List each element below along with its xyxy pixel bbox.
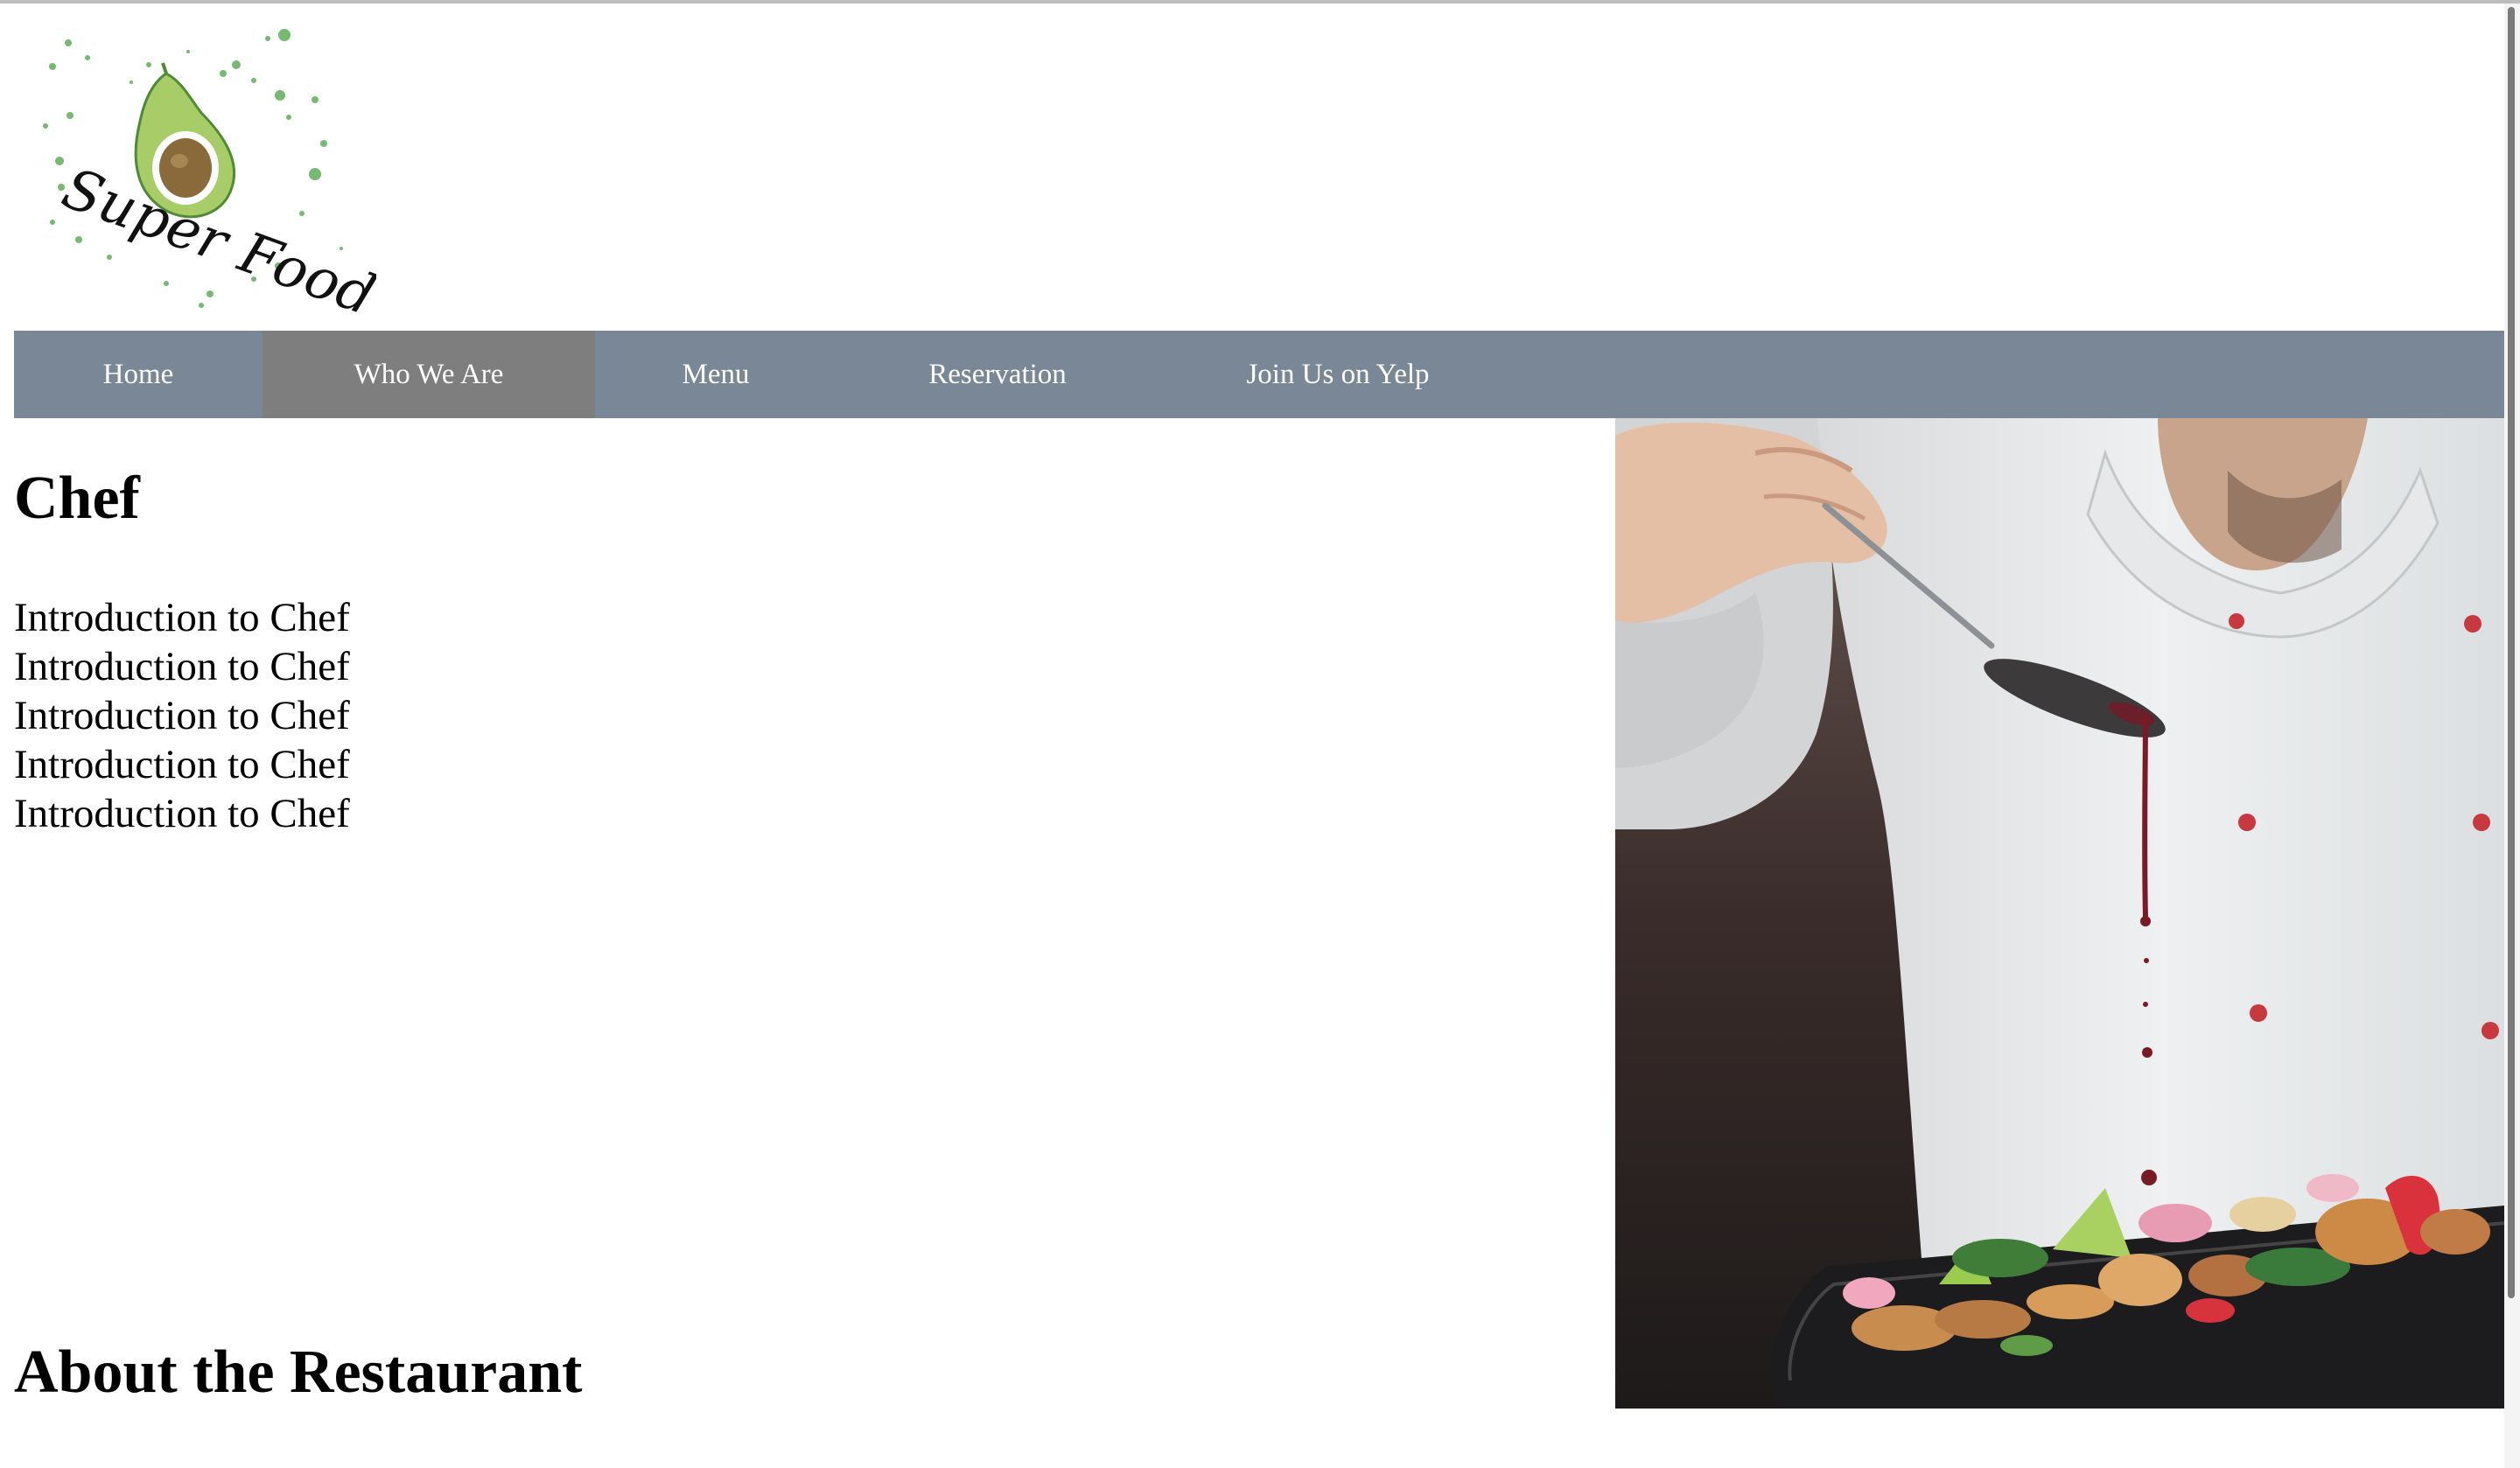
nav-home[interactable]: Home xyxy=(14,331,262,418)
nav-who-we-are[interactable]: Who We Are xyxy=(262,331,595,418)
chef-heading: Chef xyxy=(14,465,140,532)
window-top-border xyxy=(0,0,2520,3)
nav-menu[interactable]: Menu xyxy=(595,331,836,418)
scrollbar-thumb[interactable] xyxy=(2508,7,2515,1298)
chef-intro-line: Introduction to Chef xyxy=(14,693,350,738)
chef-intro-line: Introduction to Chef xyxy=(14,742,350,787)
avocado-icon: Super Food xyxy=(43,29,383,329)
chef-photo xyxy=(1615,418,2504,1409)
chef-intro-line: Introduction to Chef xyxy=(14,644,350,689)
chef-intro-line: Introduction to Chef xyxy=(14,791,350,836)
about-restaurant-heading: About the Restaurant xyxy=(14,1339,583,1406)
super-food-logo[interactable]: Super Food xyxy=(35,12,383,329)
nav-reservation[interactable]: Reservation xyxy=(836,331,1158,418)
chef-intro-line: Introduction to Chef xyxy=(14,595,350,640)
nav-join-us-on-yelp[interactable]: Join Us on Yelp xyxy=(1158,331,1517,418)
chef-intro: Introduction to Chef Introduction to Che… xyxy=(14,593,1064,838)
main-nav: Home Who We Are Menu Reservation Join Us… xyxy=(14,331,2504,418)
